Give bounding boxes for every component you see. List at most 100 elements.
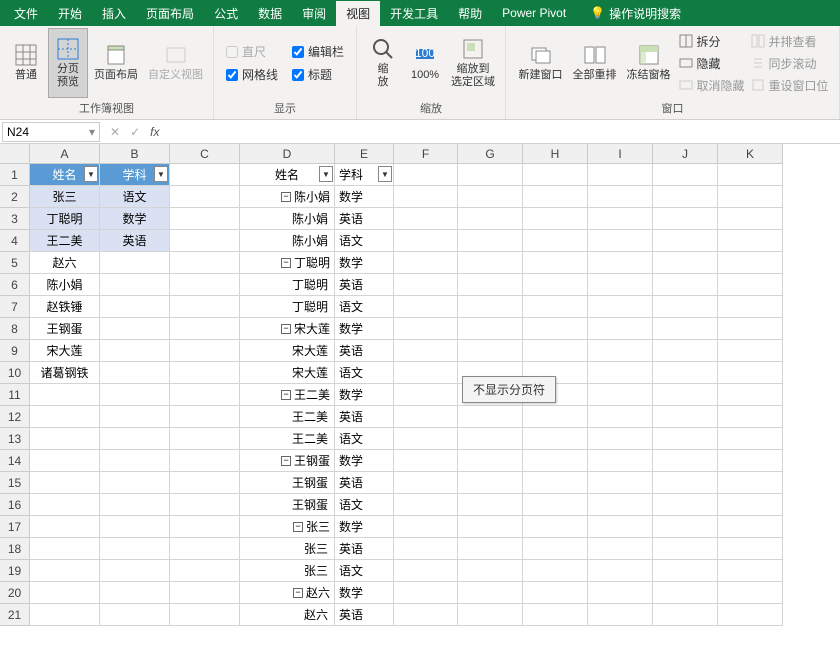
select-all-corner[interactable]	[0, 144, 30, 164]
menu-公式[interactable]: 公式	[204, 1, 248, 26]
cell-C4[interactable]	[170, 230, 240, 252]
cell-I6[interactable]	[588, 274, 653, 296]
row-head-8[interactable]: 8	[0, 318, 30, 340]
cell-H5[interactable]	[523, 252, 588, 274]
cell-G1[interactable]	[458, 164, 523, 186]
cell-B4[interactable]: 英语	[100, 230, 170, 252]
cell-F3[interactable]	[394, 208, 458, 230]
cell-H1[interactable]	[523, 164, 588, 186]
cell-A15[interactable]	[30, 472, 100, 494]
row-head-12[interactable]: 12	[0, 406, 30, 428]
menu-视图[interactable]: 视图	[336, 1, 380, 26]
row-head-15[interactable]: 15	[0, 472, 30, 494]
cell-J6[interactable]	[653, 274, 718, 296]
page-break-preview-button[interactable]: 分页 预览	[48, 28, 88, 98]
cell-I2[interactable]	[588, 186, 653, 208]
cell-H2[interactable]	[523, 186, 588, 208]
cell-C13[interactable]	[170, 428, 240, 450]
cell-I16[interactable]	[588, 494, 653, 516]
cell-A21[interactable]	[30, 604, 100, 626]
cell-J2[interactable]	[653, 186, 718, 208]
cell-E16[interactable]: 语文	[335, 494, 394, 516]
menu-页面布局[interactable]: 页面布局	[136, 1, 204, 26]
cell-B9[interactable]	[100, 340, 170, 362]
cell-C14[interactable]	[170, 450, 240, 472]
outline-collapse-icon[interactable]: −	[293, 588, 303, 598]
cell-E21[interactable]: 英语	[335, 604, 394, 626]
hide-button[interactable]: 隐藏	[679, 54, 745, 72]
col-head-E[interactable]: E	[335, 144, 394, 164]
cell-E12[interactable]: 英语	[335, 406, 394, 428]
cell-E6[interactable]: 英语	[335, 274, 394, 296]
cell-F9[interactable]	[394, 340, 458, 362]
cell-F2[interactable]	[394, 186, 458, 208]
cell-E15[interactable]: 英语	[335, 472, 394, 494]
filter-button[interactable]: ▼	[154, 166, 168, 182]
col-head-G[interactable]: G	[458, 144, 523, 164]
cell-B3[interactable]: 数学	[100, 208, 170, 230]
col-head-C[interactable]: C	[170, 144, 240, 164]
row-head-18[interactable]: 18	[0, 538, 30, 560]
cell-D21[interactable]: 赵六	[240, 604, 335, 626]
cell-H21[interactable]	[523, 604, 588, 626]
cell-B11[interactable]	[100, 384, 170, 406]
row-head-20[interactable]: 20	[0, 582, 30, 604]
cell-D5[interactable]: −丁聪明	[240, 252, 335, 274]
cell-I19[interactable]	[588, 560, 653, 582]
cell-A4[interactable]: 王二美	[30, 230, 100, 252]
cell-A11[interactable]	[30, 384, 100, 406]
cell-B8[interactable]	[100, 318, 170, 340]
zoom-to-selection-button[interactable]: 缩放到 选定区域	[447, 28, 499, 98]
cell-E3[interactable]: 英语	[335, 208, 394, 230]
cell-C7[interactable]	[170, 296, 240, 318]
row-head-1[interactable]: 1	[0, 164, 30, 186]
col-head-I[interactable]: I	[588, 144, 653, 164]
col-head-H[interactable]: H	[523, 144, 588, 164]
col-head-A[interactable]: A	[30, 144, 100, 164]
cell-G2[interactable]	[458, 186, 523, 208]
cell-I15[interactable]	[588, 472, 653, 494]
cell-J4[interactable]	[653, 230, 718, 252]
cell-J13[interactable]	[653, 428, 718, 450]
cell-A12[interactable]	[30, 406, 100, 428]
cell-K5[interactable]	[718, 252, 783, 274]
cell-K11[interactable]	[718, 384, 783, 406]
cell-E5[interactable]: 数学	[335, 252, 394, 274]
cell-A6[interactable]: 陈小娟	[30, 274, 100, 296]
cell-J9[interactable]	[653, 340, 718, 362]
cell-I20[interactable]	[588, 582, 653, 604]
cell-I1[interactable]	[588, 164, 653, 186]
cell-H13[interactable]	[523, 428, 588, 450]
cell-J8[interactable]	[653, 318, 718, 340]
cell-D1[interactable]: 姓名▼	[240, 164, 335, 186]
cell-H4[interactable]	[523, 230, 588, 252]
cell-I10[interactable]	[588, 362, 653, 384]
cell-C20[interactable]	[170, 582, 240, 604]
col-head-F[interactable]: F	[394, 144, 458, 164]
name-box[interactable]: N24▾	[2, 122, 100, 142]
row-head-4[interactable]: 4	[0, 230, 30, 252]
cell-I9[interactable]	[588, 340, 653, 362]
cell-I3[interactable]	[588, 208, 653, 230]
cell-F8[interactable]	[394, 318, 458, 340]
cell-J5[interactable]	[653, 252, 718, 274]
cell-K4[interactable]	[718, 230, 783, 252]
cell-J3[interactable]	[653, 208, 718, 230]
cell-H12[interactable]	[523, 406, 588, 428]
cell-D6[interactable]: 丁聪明	[240, 274, 335, 296]
cell-C9[interactable]	[170, 340, 240, 362]
cell-A20[interactable]	[30, 582, 100, 604]
cell-K15[interactable]	[718, 472, 783, 494]
row-head-6[interactable]: 6	[0, 274, 30, 296]
row-head-17[interactable]: 17	[0, 516, 30, 538]
cell-K7[interactable]	[718, 296, 783, 318]
cell-H7[interactable]	[523, 296, 588, 318]
cell-H19[interactable]	[523, 560, 588, 582]
row-head-2[interactable]: 2	[0, 186, 30, 208]
cell-G9[interactable]	[458, 340, 523, 362]
cell-D4[interactable]: 陈小娟	[240, 230, 335, 252]
cell-K1[interactable]	[718, 164, 783, 186]
cell-A7[interactable]: 赵铁锤	[30, 296, 100, 318]
cell-D14[interactable]: −王钢蛋	[240, 450, 335, 472]
outline-collapse-icon[interactable]: −	[281, 324, 291, 334]
